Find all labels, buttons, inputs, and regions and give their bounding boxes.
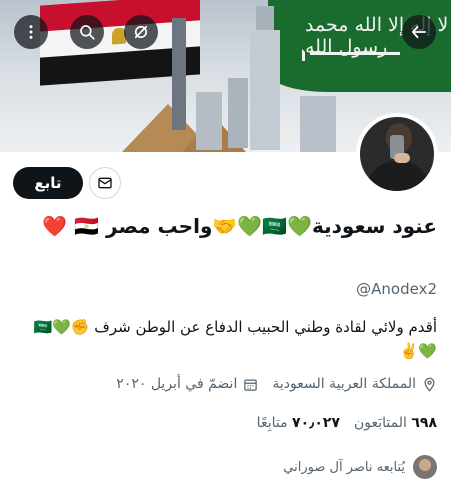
followed-by-text: يُتابعه ناصر آل صوراني — [283, 459, 405, 475]
search-icon — [80, 25, 95, 40]
tower-image — [172, 18, 186, 130]
envelope-icon — [98, 177, 112, 189]
hide-button[interactable] — [124, 15, 158, 49]
location-text: المملكة العربية السعودية — [272, 376, 416, 392]
followers-label: متابِعًا — [256, 415, 288, 431]
following-label: المتابَعون — [354, 415, 407, 431]
display-name: عنود سعودية💚🇸🇦💚🤝واحب مصر 🇪🇬 ❤️ — [42, 214, 437, 238]
follow-button[interactable]: تابع — [13, 167, 83, 199]
calendar-icon — [244, 379, 258, 391]
follower-avatar — [413, 455, 437, 479]
building-image — [228, 78, 248, 148]
user-handle: @Anodex2 — [356, 280, 437, 298]
follow-stats: ٦٩٨ المتابَعون ٧٠٫٠٢٧ متابِعًا — [257, 415, 437, 431]
following-link[interactable]: ٦٩٨ المتابَعون — [354, 415, 437, 431]
sword-emblem — [302, 49, 400, 61]
profile-avatar[interactable] — [356, 113, 438, 195]
location-pin-icon — [424, 377, 435, 392]
clock-tower-image — [250, 30, 280, 150]
building-image — [196, 92, 222, 150]
message-button[interactable] — [89, 167, 121, 199]
followed-by[interactable]: يُتابعه ناصر آل صوراني — [283, 455, 437, 479]
profile-bio: أقدم ولائي لقادة وطني الحبيب الدفاع عن ا… — [33, 318, 437, 360]
profile-meta: المملكة العربية السعودية انضمّ في أبريل … — [116, 376, 437, 392]
joined-date: انضمّ في أبريل ٢٠٢٠ — [116, 376, 238, 392]
more-options-button[interactable] — [14, 15, 48, 49]
following-count: ٦٩٨ — [411, 415, 437, 431]
back-button[interactable] — [402, 15, 436, 49]
arrow-left-icon — [412, 25, 426, 39]
eye-off-icon — [134, 25, 148, 39]
building-image — [300, 96, 336, 152]
followers-count: ٧٠٫٠٢٧ — [292, 415, 340, 431]
more-vertical-icon — [29, 25, 33, 39]
search-button[interactable] — [70, 15, 104, 49]
followers-link[interactable]: ٧٠٫٠٢٧ متابِعًا — [257, 415, 340, 431]
